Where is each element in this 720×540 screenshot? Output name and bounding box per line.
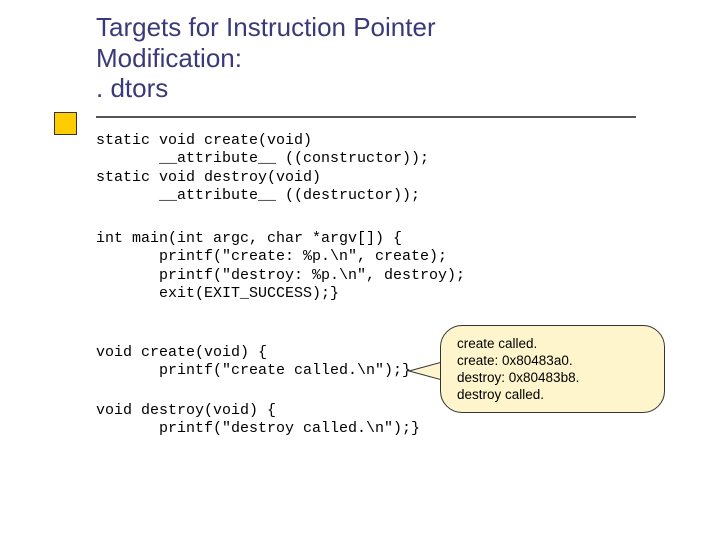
callout-line-1: create called. [457,336,648,353]
title-line-1: Targets for Instruction Pointer [96,12,436,42]
callout-line-3: destroy: 0x80483b8. [457,370,648,387]
title-underline [96,116,636,118]
code-block-main: int main(int argc, char *argv[]) { print… [96,230,465,303]
code-block-destroy: void destroy(void) { printf("destroy cal… [96,402,420,439]
callout-line-4: destroy called. [457,387,648,404]
code-block-declarations: static void create(void) __attribute__ (… [96,132,429,205]
slide-title: Targets for Instruction Pointer Modifica… [96,12,656,104]
title-line-2: Modification: [96,43,242,73]
accent-square [54,112,77,135]
code-block-create: void create(void) { printf("create calle… [96,344,411,381]
callout-line-2: create: 0x80483a0. [457,353,648,370]
slide: { "title_line1": "Targets for Instructio… [0,0,720,540]
title-line-3: . dtors [96,73,168,103]
callout-bubble: create called. create: 0x80483a0. destro… [440,325,665,413]
output-callout: create called. create: 0x80483a0. destro… [440,325,665,423]
